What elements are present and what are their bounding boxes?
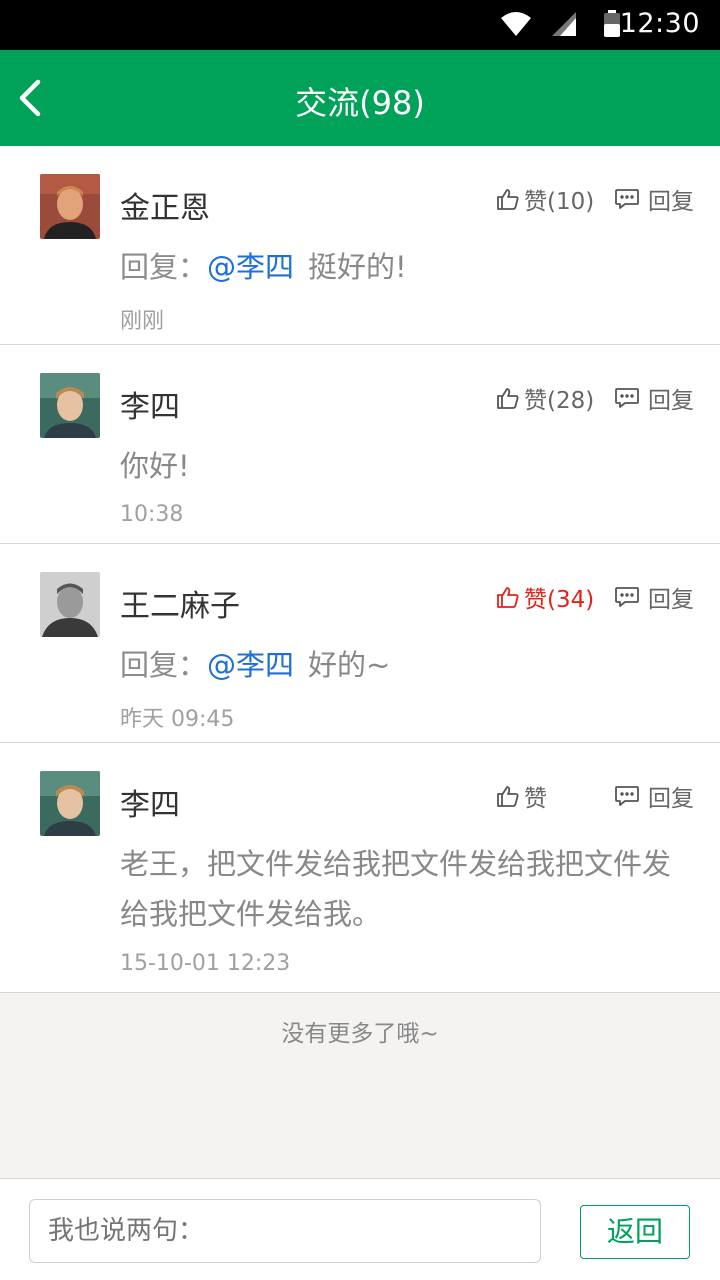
thumbs-up-icon — [497, 587, 519, 608]
return-button[interactable]: 返回 — [580, 1205, 690, 1259]
status-bar: 12:30 — [0, 0, 720, 50]
thumbs-up-icon — [497, 786, 519, 807]
comment-content: 你好! — [120, 449, 190, 483]
like-button[interactable]: 赞 — [496, 781, 547, 812]
like-count: 赞 — [524, 786, 547, 812]
battery-icon — [604, 10, 620, 37]
wifi-icon — [501, 12, 531, 36]
comment-input[interactable] — [29, 1199, 541, 1263]
commenter-name: 李四 — [120, 788, 180, 823]
reply-label: 回复 — [648, 189, 694, 215]
comment-text: 回复：@李四 挺好的! — [120, 242, 690, 292]
reply-prefix: 回复： — [120, 250, 208, 284]
reply-button[interactable]: 回复 — [614, 781, 694, 812]
chat-bubble-icon — [615, 189, 639, 209]
like-count: 赞(34) — [524, 587, 595, 613]
comment-item: 金正恩 赞(10) 回复 回复：@李四 挺好的! 刚刚 — [0, 146, 720, 345]
chat-bubble-icon — [615, 388, 639, 408]
commenter-name: 金正恩 — [120, 191, 210, 226]
like-count: 赞(28) — [524, 388, 595, 414]
comment-input-bar: 返回 — [0, 1178, 720, 1280]
avatar[interactable] — [40, 373, 100, 438]
comment-list: 金正恩 赞(10) 回复 回复：@李四 挺好的! 刚刚 李四 赞(28) 回复 … — [0, 146, 720, 993]
reply-prefix: 回复： — [120, 648, 208, 682]
reply-label: 回复 — [648, 786, 694, 812]
comment-time: 15-10-01 12:23 — [120, 951, 291, 976]
comment-content: 老王，把文件发给我把文件发给我把文件发给我把文件发给我。 — [120, 847, 672, 931]
no-more-hint: 没有更多了哦~ — [281, 1021, 439, 1047]
comment-time: 昨天 09:45 — [120, 707, 235, 732]
comment-time: 10:38 — [120, 502, 184, 527]
status-time: 12:30 — [619, 8, 700, 39]
thumbs-up-icon — [497, 189, 519, 210]
signal-icon — [552, 12, 576, 36]
like-count: 赞(10) — [524, 189, 595, 215]
mention-link[interactable]: @李四 — [207, 250, 294, 284]
title-bar: 交流(98) — [0, 50, 720, 146]
commenter-name: 王二麻子 — [120, 589, 240, 624]
comment-content: 挺好的! — [308, 250, 407, 284]
comment-item: 李四 赞(28) 回复 你好! 10:38 — [0, 345, 720, 544]
comment-item: 李四 赞 回复 老王，把文件发给我把文件发给我把文件发给我把文件发给我。 15-… — [0, 743, 720, 993]
avatar[interactable] — [40, 174, 100, 239]
comment-item: 王二麻子 赞(34) 回复 回复：@李四 好的~ 昨天 09:45 — [0, 544, 720, 743]
mention-link[interactable]: @李四 — [207, 648, 294, 682]
thumbs-up-icon — [497, 388, 519, 409]
reply-button[interactable]: 回复 — [614, 184, 694, 215]
chat-bubble-icon — [615, 587, 639, 607]
reply-button[interactable]: 回复 — [614, 383, 694, 414]
page-title: 交流(98) — [295, 84, 425, 122]
comment-text: 你好! — [120, 441, 690, 491]
like-button[interactable]: 赞(10) — [496, 184, 595, 215]
reply-button[interactable]: 回复 — [614, 582, 694, 613]
like-button[interactable]: 赞(28) — [496, 383, 595, 414]
avatar[interactable] — [40, 771, 100, 836]
reply-label: 回复 — [648, 587, 694, 613]
comment-time: 刚刚 — [120, 309, 165, 334]
avatar[interactable] — [40, 572, 100, 637]
comment-text: 老王，把文件发给我把文件发给我把文件发给我把文件发给我。 — [120, 839, 690, 939]
reply-label: 回复 — [648, 388, 694, 414]
like-button[interactable]: 赞(34) — [496, 582, 595, 613]
comment-content: 好的~ — [308, 648, 391, 682]
commenter-name: 李四 — [120, 390, 180, 425]
chat-bubble-icon — [615, 786, 639, 806]
comment-text: 回复：@李四 好的~ — [120, 640, 690, 690]
